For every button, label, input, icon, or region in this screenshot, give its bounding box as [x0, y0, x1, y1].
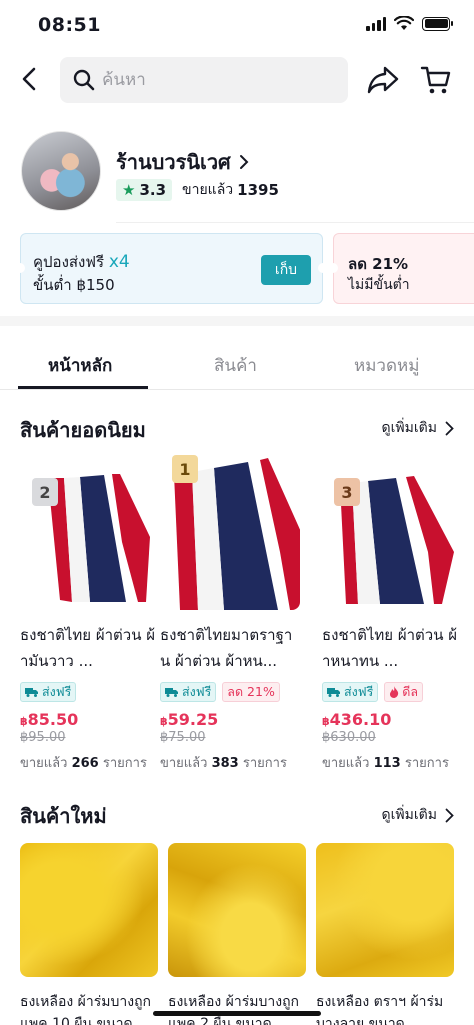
product-tags: ส่งฟรี [20, 682, 160, 702]
yellow-flag-image[interactable] [316, 843, 454, 977]
sold-count: 1395 [237, 181, 279, 199]
discount-coupon[interactable]: ลด 21% ไม่มีขั้นต่ำ [328, 233, 474, 304]
discount-tag: ลด 21% [222, 682, 280, 702]
divider [116, 222, 474, 223]
chevron-right-icon [239, 155, 249, 169]
shop-name: ร้านบวรนิเวศ [116, 150, 231, 174]
battery-icon [422, 16, 453, 31]
product-card[interactable]: 1 ธงชาติไทยมาตราฐาน ผ้าต่วน ผ้าหน... ส่ง… [160, 452, 300, 773]
status-icons [366, 16, 453, 31]
cart-button[interactable] [418, 63, 454, 97]
truck-icon [327, 688, 340, 697]
coupon-notch [328, 263, 338, 273]
product-image[interactable]: 3 [322, 452, 462, 610]
original-price: ฿95.00 [20, 730, 66, 745]
new-product-card[interactable]: ธงเหลือง ผ้าร่มบางถูก แพค 2 ผืน ขนาด [168, 843, 306, 1025]
thai-flag-image [48, 474, 150, 602]
coupon-title: คูปองส่งฟรี x4 [33, 252, 130, 272]
rank-badge: 1 [172, 455, 198, 483]
shop-info: ร้านบวรนิเวศ ★ 3.3 ขายแล้ว 1395 [0, 128, 474, 220]
rank-badge: 2 [32, 478, 58, 506]
tab-categories[interactable]: หมวดหมู่ [354, 352, 419, 379]
shopping-cart-icon [420, 66, 451, 94]
product-tags: ส่งฟรี ดีล [322, 682, 462, 702]
original-price: ฿75.00 [160, 730, 206, 745]
sold-label: ขายแล้ว [182, 182, 234, 198]
product-name: ธงเหลือง ตราฯ ผ้าร่ม บางลาย ขนาด [316, 994, 444, 1025]
coupon-discount-title: ลด 21% [348, 255, 409, 273]
tab-home[interactable]: หน้าหลัก [48, 352, 112, 379]
coupon-discount-subtitle: ไม่มีขั้นต่ำ [348, 277, 410, 293]
coupon-notch [318, 263, 328, 273]
shop-meta: ★ 3.3 ขายแล้ว 1395 [116, 179, 279, 201]
shop-name-link[interactable]: ร้านบวรนิเวศ [116, 146, 249, 178]
deal-tag: ดีล [384, 682, 424, 702]
popular-see-more[interactable]: ดูเพิ่มเติม [382, 417, 454, 439]
sold-text: ขายแล้ว 266 รายการ [20, 756, 147, 771]
product-name: ธงเหลือง ผ้าร่มบางถูก แพค 10 ผืน ขนาด [20, 994, 152, 1025]
new-product-card[interactable]: ธงเหลือง ผ้าร่มบางถูก แพค 10 ผืน ขนาด [20, 843, 158, 1025]
top-header [0, 54, 474, 106]
home-indicator[interactable] [153, 1011, 321, 1016]
chevron-left-icon [22, 67, 36, 91]
thai-flag-image [340, 476, 454, 604]
share-button[interactable] [365, 63, 401, 97]
rank-badge: 3 [334, 478, 360, 506]
new-product-card[interactable]: ธงเหลือง ตราฯ ผ้าร่ม บางลาย ขนาด [316, 843, 454, 1025]
product-name: ธงชาติไทย ผ้าต่วน ผ้ามันวาว ... [20, 626, 155, 670]
original-price: ฿630.00 [322, 730, 376, 745]
free-shipping-coupon[interactable]: คูปองส่งฟรี x4 ขั้นต่ำ ฿150 เก็บ [15, 233, 328, 304]
sold-text: ขายแล้ว 383 รายการ [160, 756, 287, 771]
sold-text: ขายแล้ว 113 รายการ [322, 756, 449, 771]
tab-products[interactable]: สินค้า [214, 352, 257, 379]
search-input[interactable] [102, 70, 322, 90]
star-icon: ★ [122, 181, 136, 199]
flame-icon [390, 686, 399, 698]
rating-value: 3.3 [139, 181, 167, 199]
back-button[interactable] [14, 64, 44, 94]
status-time: 08:51 [38, 14, 101, 36]
chevron-right-icon [445, 421, 454, 435]
search-bar[interactable] [60, 57, 348, 103]
product-image[interactable]: 2 [20, 452, 160, 610]
new-items-see-more[interactable]: ดูเพิ่มเติม [382, 804, 454, 826]
product-card[interactable]: 2 ธงชาติไทย ผ้าต่วน ผ้ามันวาว ... ส่งฟรี… [20, 452, 160, 773]
rating-badge: ★ 3.3 [116, 179, 173, 201]
collect-coupon-button[interactable]: เก็บ [261, 255, 311, 285]
search-icon [73, 69, 95, 91]
free-shipping-tag: ส่งฟรี [160, 682, 217, 702]
product-price: ฿59.25 [160, 710, 219, 729]
shop-tabs: หน้าหลัก สินค้า หมวดหมู่ [0, 340, 474, 390]
product-image[interactable]: 1 [160, 452, 300, 610]
cellular-signal-icon [366, 16, 386, 31]
section-separator [0, 316, 474, 326]
coupon-notch [15, 263, 25, 273]
product-tags: ส่งฟรี ลด 21% [160, 682, 300, 702]
product-price: ฿85.50 [20, 710, 79, 729]
yellow-flag-image[interactable] [20, 843, 158, 977]
coupon-subtitle: ขั้นต่ำ ฿150 [33, 276, 115, 294]
active-tab-indicator [18, 386, 148, 389]
product-name: ธงชาติไทย ผ้าต่วน ผ้าหนาทน ... [322, 626, 457, 670]
see-more-label: ดูเพิ่มเติม [381, 420, 437, 436]
coupon-multiplier: x4 [108, 252, 130, 272]
share-icon [367, 66, 399, 94]
wifi-icon [394, 16, 414, 30]
popular-section-title: สินค้ายอดนิยม [20, 418, 146, 442]
truck-icon [25, 688, 38, 697]
chevron-right-icon [445, 808, 454, 822]
product-card[interactable]: 3 ธงชาติไทย ผ้าต่วน ผ้าหนาทน ... ส่งฟรี … [322, 452, 462, 773]
truck-icon [165, 688, 178, 697]
status-bar: 08:51 [0, 0, 474, 50]
yellow-flag-image[interactable] [168, 843, 306, 977]
free-shipping-tag: ส่งฟรี [322, 682, 379, 702]
see-more-label: ดูเพิ่มเติม [381, 807, 437, 823]
product-name: ธงเหลือง ผ้าร่มบางถูก แพค 2 ผืน ขนาด [168, 994, 300, 1025]
product-price: ฿436.10 [322, 710, 392, 729]
shop-avatar[interactable] [21, 131, 101, 211]
new-items-section-title: สินค้าใหม่ [20, 804, 107, 828]
product-name: ธงชาติไทยมาตราฐาน ผ้าต่วน ผ้าหน... [160, 626, 293, 670]
free-shipping-tag: ส่งฟรี [20, 682, 77, 702]
